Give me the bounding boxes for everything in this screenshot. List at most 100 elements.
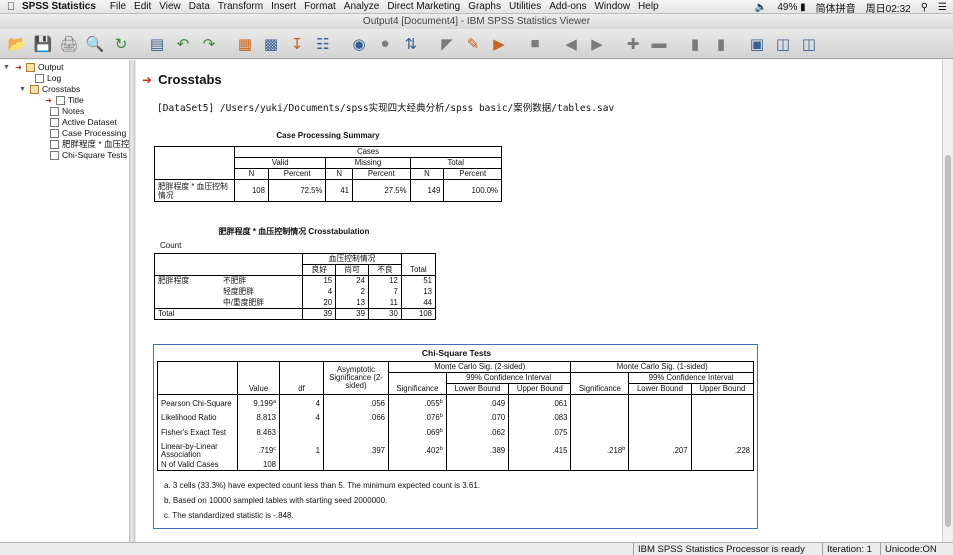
collapse-icon[interactable]: ▬ (648, 33, 670, 55)
outline-item-active-dataset[interactable]: Active Dataset (50, 117, 117, 128)
show-icon[interactable]: ▮ (684, 33, 706, 55)
menubar-status-area: 🔈 49% ▮ 简体拼音 周日02:32 ⚲ ☰ (755, 0, 947, 15)
menu-utilities[interactable]: Utilities (509, 1, 549, 12)
table-cell (690, 423, 755, 442)
col-header: Lower Bound (628, 383, 692, 395)
spotlight-search-icon[interactable]: ⚲ (921, 2, 928, 13)
promote-icon[interactable]: ◤ (436, 33, 458, 55)
insert-heading-icon[interactable]: ✎ (462, 33, 484, 55)
export-icon[interactable]: ↻ (110, 33, 132, 55)
col-header: Valid (233, 157, 327, 169)
table-cell: 41 (325, 179, 354, 202)
redo-icon[interactable]: ↷ (198, 33, 220, 55)
vertical-scrollbar[interactable] (942, 60, 953, 542)
table-cell: 20 (302, 297, 337, 309)
red-arrow-icon: ➜ (142, 72, 153, 87)
menu-app-name[interactable]: SPSS Statistics (22, 1, 110, 12)
cell-value: .083 (552, 413, 568, 422)
menu-add-ons[interactable]: Add-ons (549, 1, 594, 12)
input-method[interactable]: 简体拼音 (816, 0, 856, 15)
scrollbar-thumb[interactable] (945, 155, 951, 527)
goto-case-icon[interactable]: ▩ (260, 33, 282, 55)
create-title-icon[interactable]: ◫ (798, 33, 820, 55)
cell-value: .069 (424, 427, 440, 437)
table-cell: .083 (508, 412, 572, 424)
table-cell (690, 394, 755, 413)
outline-item-output[interactable]: ▼ ➜ Output (3, 62, 64, 73)
log-icon (35, 74, 44, 83)
spell-check-icon[interactable]: ⇅ (400, 33, 422, 55)
print-preview-icon[interactable]: 🔍 (84, 33, 106, 55)
heading-text: Crosstabs (158, 72, 222, 87)
menu-edit[interactable]: Edit (134, 1, 159, 12)
recall-dialog-icon[interactable]: ▤ (146, 33, 168, 55)
menu-direct-marketing[interactable]: Direct Marketing (387, 1, 468, 12)
back-arrow-icon[interactable]: ◀ (560, 33, 582, 55)
volume-icon[interactable]: 🔈 (755, 2, 767, 13)
outline-item-notes[interactable]: Notes (50, 106, 84, 117)
show-all-variables-icon[interactable]: ● (374, 33, 396, 55)
outline-item-crosstabs[interactable]: ▼ Crosstabs (19, 84, 80, 95)
save-icon[interactable]: 💾 (32, 33, 54, 55)
stop-icon[interactable]: ■ (524, 33, 546, 55)
variables-icon[interactable]: ☷ (312, 33, 334, 55)
menu-view[interactable]: View (159, 1, 189, 12)
case-processing-table[interactable]: Cases Valid Missing Total N Percent N Pe… (154, 146, 502, 202)
select-last-output-icon[interactable]: ◫ (772, 33, 794, 55)
open-file-icon[interactable]: 📂 (6, 33, 28, 55)
table-cell: 8.813 (237, 412, 280, 424)
outline-item-title[interactable]: ➜ Title (44, 95, 84, 106)
goto-data-icon[interactable]: ▦ (234, 33, 256, 55)
col-header: Significance (388, 372, 447, 395)
chi-square-table[interactable]: Value df Asymptotic Significance (2-side… (157, 361, 755, 471)
notification-list-icon[interactable]: ☰ (938, 2, 947, 13)
col-header: Value (237, 361, 280, 395)
cell-value: .389 (489, 445, 506, 455)
col-header: 99% Confidence Interval (445, 372, 572, 384)
section-heading[interactable]: ➜ Crosstabs (142, 72, 222, 87)
table-cell: 39 (302, 308, 337, 320)
expand-icon[interactable]: ✚ (622, 33, 644, 55)
crosstab-table[interactable]: 血压控制情况 Total 良好 尚可 不良 肥胖程度 不肥胖 15 24 12 … (153, 253, 437, 320)
goto-variable-icon[interactable]: ↧ (286, 33, 308, 55)
menu-window[interactable]: Window (594, 1, 638, 12)
disclosure-triangle-icon[interactable]: ▼ (3, 62, 11, 73)
menu-insert[interactable]: Insert (271, 1, 304, 12)
print-icon[interactable]: 🖨 (58, 33, 80, 55)
table-cell: 13 (400, 286, 437, 298)
menu-transform[interactable]: Transform (218, 1, 271, 12)
menu-help[interactable]: Help (638, 1, 667, 12)
table-cell: 108 (237, 459, 280, 471)
pane-splitter[interactable] (130, 60, 135, 542)
outline-item-log[interactable]: Log (35, 73, 61, 84)
menu-format[interactable]: Format (304, 1, 344, 12)
insert-output-icon[interactable]: ▶ (488, 33, 510, 55)
disclosure-triangle-icon[interactable]: ▼ (19, 84, 27, 95)
footnote-b: b. Based on 10000 sampled tables with st… (164, 496, 388, 505)
forward-arrow-icon[interactable]: ▶ (586, 33, 608, 55)
use-variable-sets-icon[interactable]: ◉ (348, 33, 370, 55)
cell-value: 9.199 (253, 398, 273, 408)
footnote-marker: a (272, 398, 276, 405)
outline-item-case-processing[interactable]: Case Processing (50, 128, 126, 139)
outline-item-chi-square[interactable]: Chi-Square Tests (50, 150, 127, 161)
table-cell: 30 (367, 308, 402, 320)
hide-icon[interactable]: ▮ (710, 33, 732, 55)
apple-icon[interactable]:  (0, 1, 22, 13)
table-cell: 7 (367, 286, 402, 298)
book-icon (26, 63, 35, 72)
chi-square-selection-box[interactable]: Chi-Square Tests Value df Asymptotic Sig… (153, 344, 758, 529)
clock[interactable]: 周日02:32 (866, 0, 911, 15)
designate-window-icon[interactable]: ▣ (746, 33, 768, 55)
menu-data[interactable]: Data (189, 1, 218, 12)
battery-indicator[interactable]: 49% ▮ (777, 2, 805, 13)
undo-icon[interactable]: ↶ (172, 33, 194, 55)
menu-graphs[interactable]: Graphs (468, 1, 509, 12)
cell-value: .070 (489, 413, 506, 422)
menu-file[interactable]: File (110, 1, 134, 12)
menu-analyze[interactable]: Analyze (344, 1, 388, 12)
outline-item-crosstabulation[interactable]: 肥胖程度 * 血压控 (50, 139, 129, 150)
toolbar: 📂 💾 🖨 🔍 ↻ ▤ ↶ ↷ ▦ ▩ ↧ ☷ ◉ ● ⇅ ◤ ✎ ▶ ■ ◀ … (0, 29, 953, 59)
cell-value: 1 (315, 445, 320, 455)
table-cell: 8.463 (237, 423, 280, 442)
